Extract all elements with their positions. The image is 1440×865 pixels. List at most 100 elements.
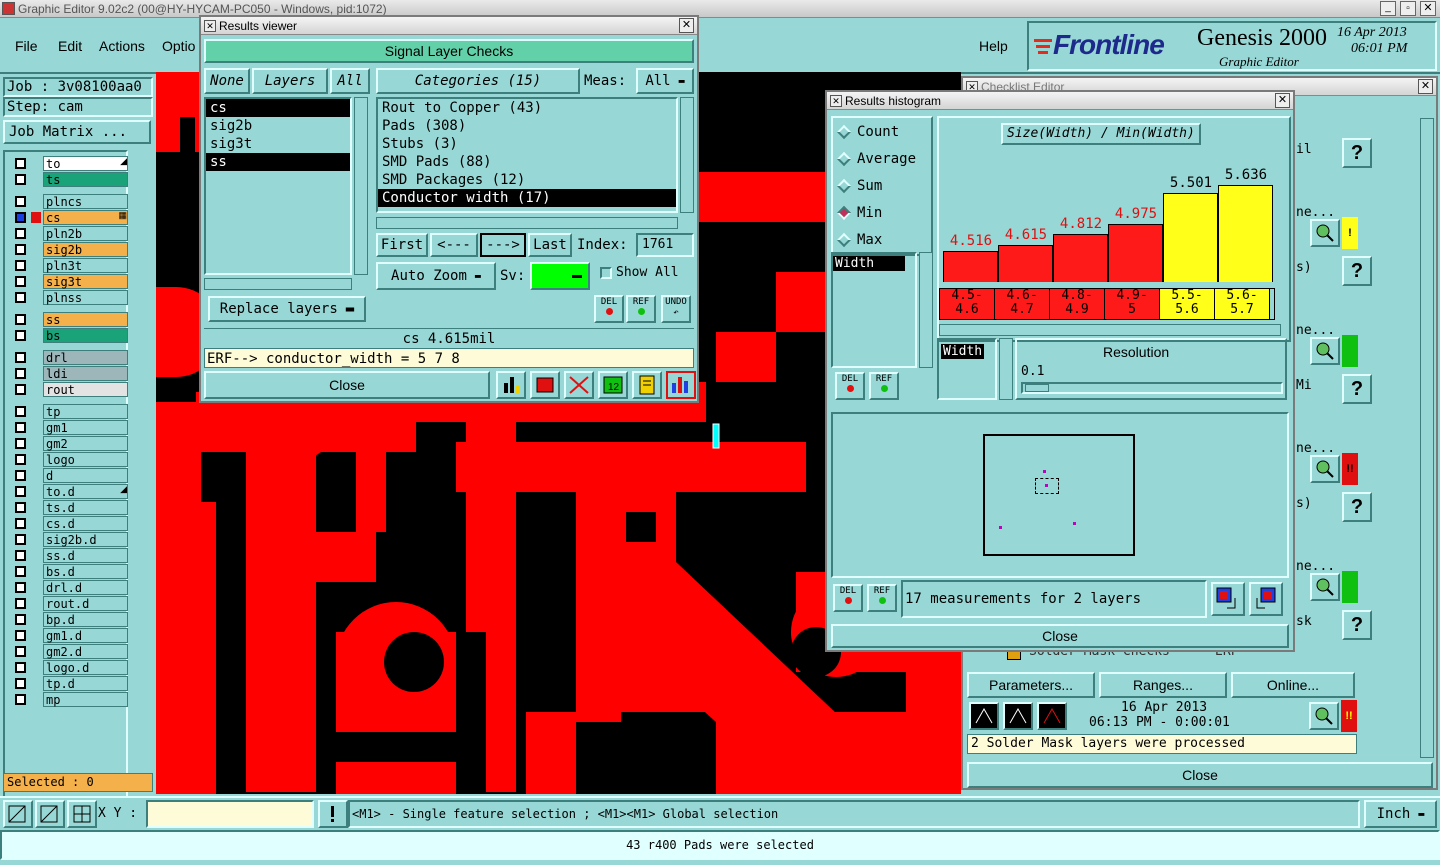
menu-actions[interactable]: Actions [99, 38, 145, 54]
auto-zoom-dropdown[interactable]: Auto Zoom ▬ [376, 262, 496, 290]
zoom-result-icon[interactable] [1309, 702, 1339, 730]
layer-row-17[interactable]: logo [11, 452, 129, 467]
help-question-icon[interactable]: ? [1342, 492, 1372, 522]
layer-checkbox[interactable] [15, 228, 26, 239]
layer-checkbox[interactable] [15, 352, 26, 363]
histogram-color-icon[interactable] [666, 371, 696, 399]
measure-icon[interactable] [35, 800, 65, 828]
layer-row-14[interactable]: tp [11, 404, 129, 419]
layers-hscroll[interactable] [204, 278, 352, 290]
histogram-close-button[interactable]: Close [831, 624, 1289, 648]
export-right-icon[interactable] [1249, 582, 1283, 616]
layer-checkbox[interactable] [15, 292, 26, 303]
layer-row-30[interactable]: logo.d [11, 660, 129, 675]
layer-row-24[interactable]: bs.d [11, 564, 129, 579]
histogram-close-x[interactable]: ✕ [1275, 93, 1290, 108]
meas-dropdown[interactable]: All ▬ [636, 68, 694, 94]
report-icon[interactable] [632, 371, 662, 399]
categories-hscroll[interactable] [376, 217, 678, 229]
histogram-bar[interactable] [998, 245, 1053, 282]
layer-checkbox[interactable] [15, 566, 26, 577]
layer-checkbox[interactable] [15, 422, 26, 433]
unit-dropdown[interactable]: Inch ▬ [1364, 800, 1437, 828]
rv-layer-item[interactable]: sig3t [206, 135, 350, 153]
next-button[interactable]: ---> [480, 233, 526, 257]
layer-checkbox[interactable] [15, 694, 26, 705]
layer-checkbox[interactable] [15, 534, 26, 545]
layer-row-9[interactable]: ss [11, 312, 129, 327]
layer-row-19[interactable]: to.d ◢ [11, 484, 129, 499]
export-left-icon[interactable] [1211, 582, 1245, 616]
histogram-bar[interactable] [943, 251, 998, 282]
layer-checkbox[interactable] [15, 244, 26, 255]
ref-cross-icon[interactable] [564, 371, 594, 399]
layer-checkbox[interactable] [15, 330, 26, 341]
layer-row-12[interactable]: ldi [11, 366, 129, 381]
zoom-result-icon[interactable] [1310, 219, 1340, 247]
xy-input[interactable] [146, 800, 314, 828]
mode-radio-count[interactable]: Count [836, 124, 899, 140]
zoom-result-icon[interactable] [1310, 573, 1340, 601]
zoom-result-icon[interactable] [1310, 455, 1340, 483]
range-label[interactable]: 5.5- 5.6 [1160, 289, 1215, 319]
range-label[interactable]: 4.8- 4.9 [1050, 289, 1105, 319]
preview-del-button[interactable]: DEL [833, 584, 863, 612]
slider-thumb[interactable] [1025, 384, 1049, 392]
checklist-close-button[interactable]: Close [967, 762, 1433, 788]
checklist-vscroll[interactable] [1420, 118, 1434, 758]
rv-layer-item[interactable]: ss [206, 153, 350, 171]
layer-checkbox[interactable] [15, 550, 26, 561]
results-viewer-close-x[interactable]: ✕ [679, 18, 694, 33]
layer-checkbox[interactable] [15, 212, 26, 223]
width-vscroll[interactable] [999, 338, 1013, 400]
layer-row-27[interactable]: bp.d [11, 612, 129, 627]
index-input[interactable]: 1761 [636, 233, 694, 257]
rv-category-item[interactable]: Conductor width (17) [378, 189, 676, 207]
help-question-icon[interactable]: ? [1342, 374, 1372, 404]
layer-row-20[interactable]: ts.d [11, 500, 129, 515]
resolution-slider[interactable] [1021, 382, 1283, 394]
layer-row-13[interactable]: rout [11, 382, 129, 397]
none-button[interactable]: None [204, 68, 250, 94]
layer-checkbox[interactable] [15, 614, 26, 625]
layer-checkbox[interactable] [15, 438, 26, 449]
layer-checkbox[interactable] [15, 518, 26, 529]
rv-category-item[interactable]: Rout to Copper (43) [378, 99, 676, 117]
first-button[interactable]: First [376, 233, 428, 257]
layer-row-5[interactable]: sig2b [11, 242, 129, 257]
layer-row-25[interactable]: drl.d [11, 580, 129, 595]
layer-checkbox[interactable] [15, 662, 26, 673]
layer-checkbox[interactable] [15, 502, 26, 513]
range-label[interactable]: 5.6- 5.7 [1215, 289, 1270, 319]
help-question-icon[interactable]: ? [1342, 256, 1372, 286]
layer-checkbox[interactable] [15, 406, 26, 417]
numbered-layer-icon[interactable]: 12 [598, 371, 628, 399]
layer-row-8[interactable]: plnss [11, 290, 129, 305]
close-window-button[interactable]: ✕ [1420, 1, 1436, 16]
layer-row-10[interactable]: bs [11, 328, 129, 343]
categories-vscroll[interactable] [680, 97, 694, 213]
rv-layer-item[interactable]: sig2b [206, 117, 350, 135]
checklist-close-x[interactable]: ✕ [1418, 79, 1433, 94]
ref-button[interactable]: REF [626, 295, 656, 323]
menu-file[interactable]: File [15, 38, 38, 54]
layer-row-29[interactable]: gm2.d [11, 644, 129, 659]
layer-row-4[interactable]: pln2b [11, 226, 129, 241]
layer-row-16[interactable]: gm2 [11, 436, 129, 451]
parameters-button[interactable]: Parameters... [967, 672, 1095, 698]
replace-layers-dropdown[interactable]: Replace layers ▬ [208, 296, 366, 322]
layer-row-7[interactable]: sig3t [11, 274, 129, 289]
histogram-bar[interactable] [1163, 193, 1218, 282]
layer-row-28[interactable]: gm1.d [11, 628, 129, 643]
maximize-button[interactable]: ▫ [1400, 1, 1416, 16]
layer-checkbox[interactable] [15, 314, 26, 325]
layer-checkbox[interactable] [15, 454, 26, 465]
mode-radio-min[interactable]: Min [836, 205, 882, 221]
layer-checkbox[interactable] [15, 582, 26, 593]
preview-ref-button[interactable]: REF [867, 584, 897, 612]
rv-layer-item[interactable]: cs [206, 99, 350, 117]
layer-row-2[interactable]: plncs [11, 194, 129, 209]
range-label[interactable]: 4.9- 5 [1105, 289, 1160, 319]
rv-category-item[interactable]: Stubs (3) [378, 135, 676, 153]
alert-icon[interactable] [318, 800, 348, 828]
